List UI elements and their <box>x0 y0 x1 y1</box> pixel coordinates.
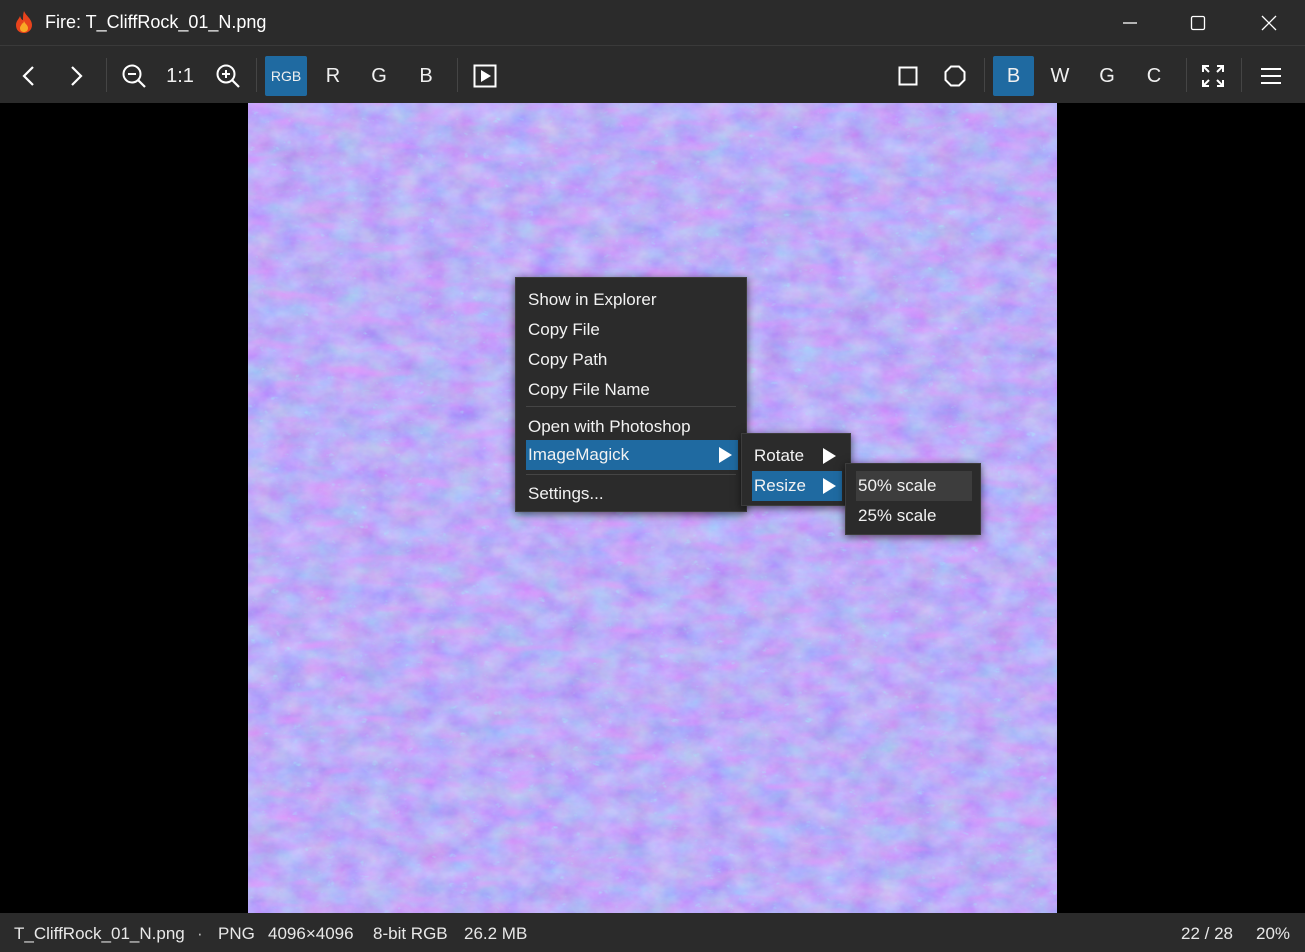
menu-item-rotate-label: Rotate <box>754 446 805 465</box>
context-menu: Show in Explorer Copy File Copy Path Cop… <box>515 277 747 512</box>
maximize-icon <box>1190 15 1206 30</box>
menu-item-show-in-explorer[interactable]: Show in Explorer <box>526 285 738 315</box>
toolbar-divider <box>256 58 257 92</box>
toolbar-divider <box>457 58 458 92</box>
menu-item-rotate[interactable]: Rotate <box>752 441 842 471</box>
toolbar: 1:1 RGB R G B B W G C <box>0 45 1305 103</box>
slideshow-button[interactable] <box>465 56 505 96</box>
status-file-size: 26.2 MB <box>464 924 528 943</box>
toolbar-divider <box>984 58 985 92</box>
maximize-button[interactable] <box>1163 0 1233 45</box>
background-gray-button[interactable]: G <box>1087 56 1127 96</box>
hamburger-menu-icon <box>1261 68 1281 84</box>
zoom-out-icon <box>122 64 146 88</box>
menu-separator <box>526 406 736 407</box>
status-dimensions: 4096×4096 <box>268 924 354 943</box>
status-bit-depth: 8-bit RGB <box>373 924 448 943</box>
menu-item-copy-file-name[interactable]: Copy File Name <box>526 375 738 405</box>
status-position: 22 / 28 <box>1181 924 1233 943</box>
status-zoom: 20% <box>1256 924 1291 943</box>
forward-button[interactable] <box>55 56 95 96</box>
close-icon <box>1261 15 1277 30</box>
menu-item-copy-path[interactable]: Copy Path <box>526 345 738 375</box>
close-button[interactable] <box>1234 0 1304 45</box>
back-button[interactable] <box>10 56 50 96</box>
submenu-arrow-icon <box>823 478 836 494</box>
status-separator: · <box>197 924 203 943</box>
submenu-arrow-icon <box>719 447 732 463</box>
imagemagick-submenu: Rotate Resize <box>741 433 851 506</box>
square-icon <box>898 66 918 86</box>
toolbar-divider <box>1186 58 1187 92</box>
channel-r-button[interactable]: R <box>313 56 353 96</box>
chevron-right-icon <box>71 66 83 86</box>
zoom-in-icon <box>216 64 240 88</box>
menu-item-25-percent-scale[interactable]: 25% scale <box>856 501 972 531</box>
channel-b-button[interactable]: B <box>406 56 446 96</box>
channel-g-button[interactable]: G <box>359 56 399 96</box>
status-format: PNG <box>218 924 255 943</box>
fire-app-icon <box>16 11 32 33</box>
window-title: Fire: T_CliffRock_01_N.png <box>45 12 267 32</box>
menu-item-copy-file[interactable]: Copy File <box>526 315 738 345</box>
menu-item-imagemagick-label: ImageMagick <box>528 445 630 464</box>
minimize-icon <box>1123 21 1137 24</box>
background-white-button[interactable]: W <box>1040 56 1080 96</box>
background-black-button[interactable]: B <box>993 56 1034 96</box>
channel-rgb-button[interactable]: RGB <box>265 56 307 96</box>
fullscreen-button[interactable] <box>1193 56 1233 96</box>
menu-item-50-percent-scale[interactable]: 50% scale <box>856 471 972 501</box>
toolbar-divider <box>1241 58 1242 92</box>
status-filename: T_CliffRock_01_N.png <box>14 924 185 943</box>
menu-item-resize-label: Resize <box>754 476 806 495</box>
menu-item-imagemagick[interactable]: ImageMagick <box>526 440 738 470</box>
square-crop-button[interactable] <box>888 56 928 96</box>
minimize-button[interactable] <box>1095 0 1165 45</box>
zoom-in-button[interactable] <box>208 56 248 96</box>
play-icon <box>473 64 497 88</box>
chevron-left-icon <box>22 66 34 86</box>
menu-item-settings[interactable]: Settings... <box>526 479 738 509</box>
main-menu-button[interactable] <box>1251 56 1291 96</box>
title-bar: Fire: T_CliffRock_01_N.png <box>0 0 1305 45</box>
zoom-out-button[interactable] <box>114 56 154 96</box>
fullscreen-icon <box>1202 65 1224 87</box>
circle-icon <box>944 65 966 87</box>
status-bar: T_CliffRock_01_N.png · PNG 4096×4096 8-b… <box>0 913 1305 952</box>
resize-submenu: 50% scale 25% scale <box>845 463 981 535</box>
circle-crop-button[interactable] <box>935 56 975 96</box>
background-checker-button[interactable]: C <box>1134 56 1174 96</box>
menu-item-open-with-photoshop[interactable]: Open with Photoshop <box>526 412 738 442</box>
toolbar-divider <box>106 58 107 92</box>
menu-item-resize[interactable]: Resize <box>752 471 842 501</box>
menu-separator <box>526 474 736 475</box>
submenu-arrow-icon <box>823 448 836 464</box>
actual-size-button[interactable]: 1:1 <box>160 56 200 96</box>
